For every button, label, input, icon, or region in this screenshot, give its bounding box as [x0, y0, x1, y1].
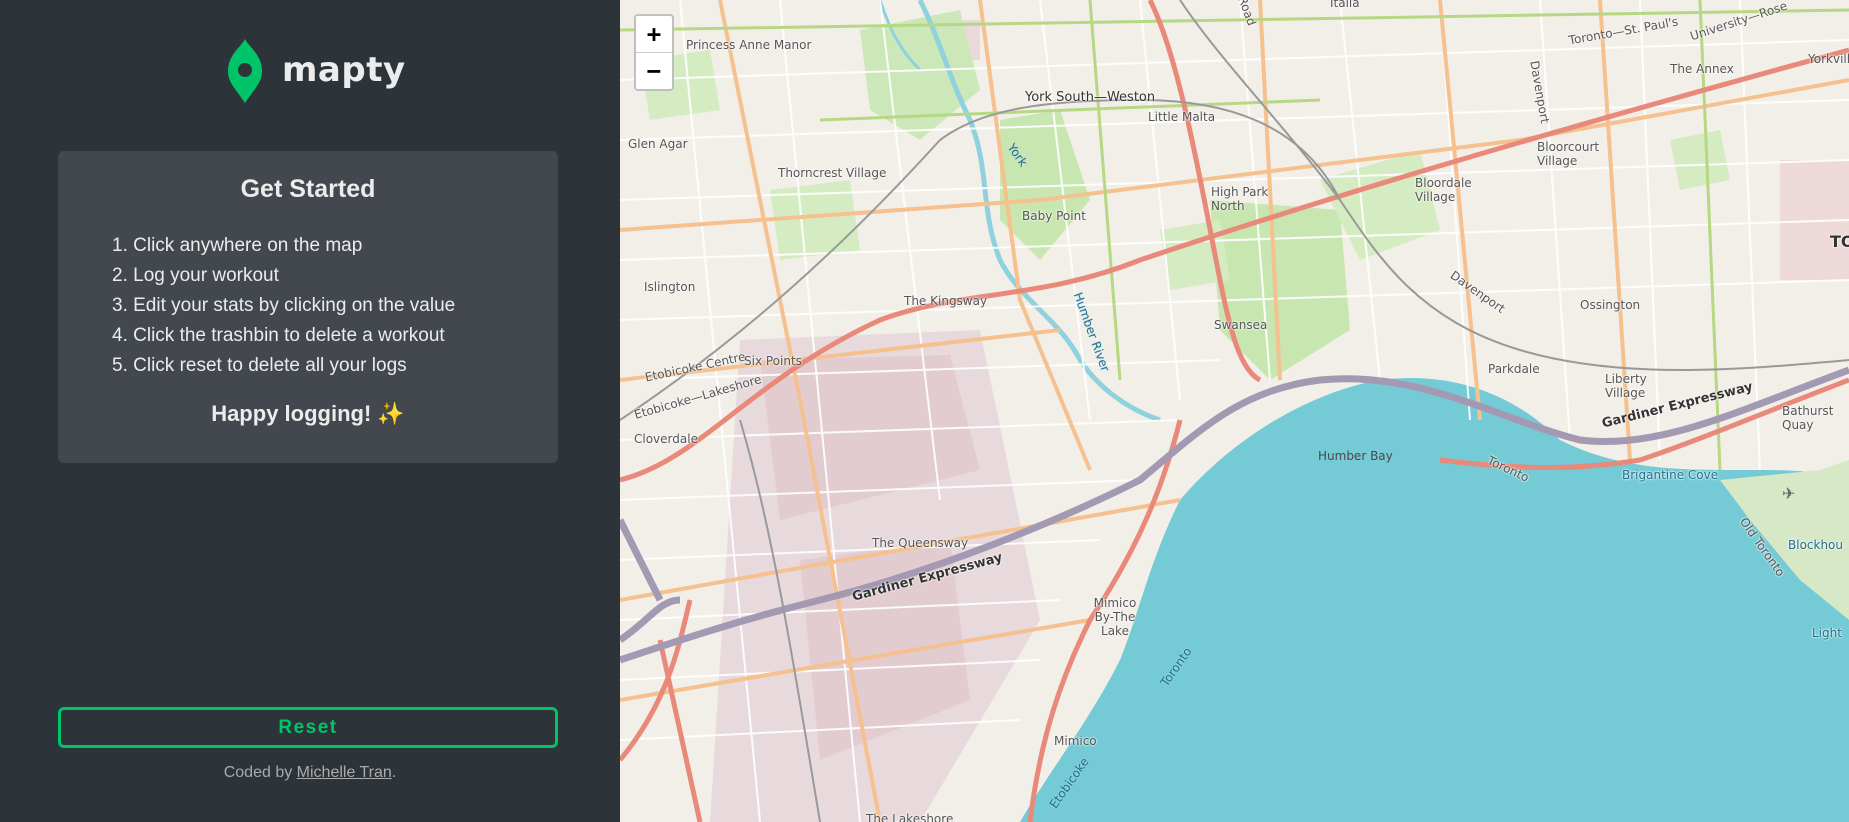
sidebar: mapty Get Started 1. Click anywhere on t…: [0, 0, 620, 822]
map-label-six-points: Six Points: [744, 354, 802, 368]
logo: mapty: [226, 35, 406, 105]
step-item: 3. Edit your stats by clicking on the va…: [112, 295, 456, 316]
map-label-thorncrest: Thorncrest Village: [778, 166, 887, 180]
step-item: 1. Click anywhere on the map: [112, 235, 363, 256]
map-label-high-park-north: High Park North: [1211, 185, 1269, 213]
map-label-italia: Italia: [1330, 0, 1360, 10]
map-label-brigantine-cove: Brigantine Cove: [1622, 468, 1719, 482]
map-label-the-kingsway: The Kingsway: [904, 294, 988, 308]
author-link[interactable]: Michelle Tran: [297, 764, 392, 781]
footer-suffix: .: [391, 764, 397, 781]
airport-icon: ✈: [1782, 486, 1796, 503]
zoom-in-button[interactable]: +: [636, 16, 672, 52]
map-label-yorkville: Yorkvill: [1808, 52, 1849, 66]
map-label-bathurst-quay: Bathurst Quay: [1782, 404, 1834, 432]
steps-list: 1. Click anywhere on the map 2. Log your…: [112, 231, 455, 381]
map-label-glen-agar: Glen Agar: [628, 137, 688, 151]
map-label-little-malta: Little Malta: [1148, 110, 1216, 124]
map-label-the-annex: The Annex: [1670, 62, 1734, 76]
map-label-humber-bay: Humber Bay: [1318, 449, 1393, 463]
step-item: 5. Click reset to delete all your logs: [112, 355, 407, 376]
map-label-the-lakeshore: The Lakeshore: [866, 812, 954, 822]
map-label-the-queensway: The Queensway: [872, 536, 969, 550]
step-item: 2. Log your workout: [112, 265, 279, 286]
map-pin-icon: [228, 39, 262, 103]
zoom-control: + −: [634, 14, 674, 91]
map-label-mimico: Mimico: [1054, 734, 1097, 748]
map-label-liberty-village: Liberty Village: [1605, 372, 1647, 400]
map-label-swansea: Swansea: [1214, 318, 1268, 332]
get-started-card: Get Started 1. Click anywhere on the map…: [58, 151, 558, 463]
footer-prefix: Coded by: [223, 764, 297, 781]
happy-logging-text: Happy logging! ✨: [211, 401, 405, 426]
map-label-light: Light: [1812, 626, 1842, 640]
footer: Coded by Michelle Tran.: [0, 764, 620, 782]
map-label-to: TO: [1830, 232, 1849, 251]
map[interactable]: Princess Anne Manor Glen Agar Thorncrest…: [620, 0, 1849, 822]
map-label-islington: Islington: [644, 280, 696, 294]
map-label-parkdale: Parkdale: [1488, 362, 1540, 376]
map-label-mimico-by-the-lake: Mimico By-The Lake: [1093, 596, 1137, 638]
map-label-princess-anne: Princess Anne Manor: [686, 38, 812, 52]
reset-button[interactable]: Reset: [58, 707, 558, 748]
map-label-bloordale: Bloordale Village: [1415, 176, 1472, 204]
map-label-ossington: Ossington: [1580, 298, 1641, 312]
map-label-baby-point: Baby Point: [1022, 209, 1086, 223]
map-label-bloorcourt: Bloorcourt Village: [1537, 140, 1600, 168]
map-label-york-south-weston: York South—Weston: [1025, 90, 1156, 105]
logo-text: mapty: [282, 50, 406, 90]
step-item: 4. Click the trashbin to delete a workou…: [112, 325, 445, 346]
map-label-blockhouse: Blockhou: [1788, 538, 1844, 552]
map-label-cloverdale: Cloverdale: [634, 432, 698, 446]
zoom-out-button[interactable]: −: [636, 52, 672, 89]
card-title: Get Started: [240, 175, 376, 203]
